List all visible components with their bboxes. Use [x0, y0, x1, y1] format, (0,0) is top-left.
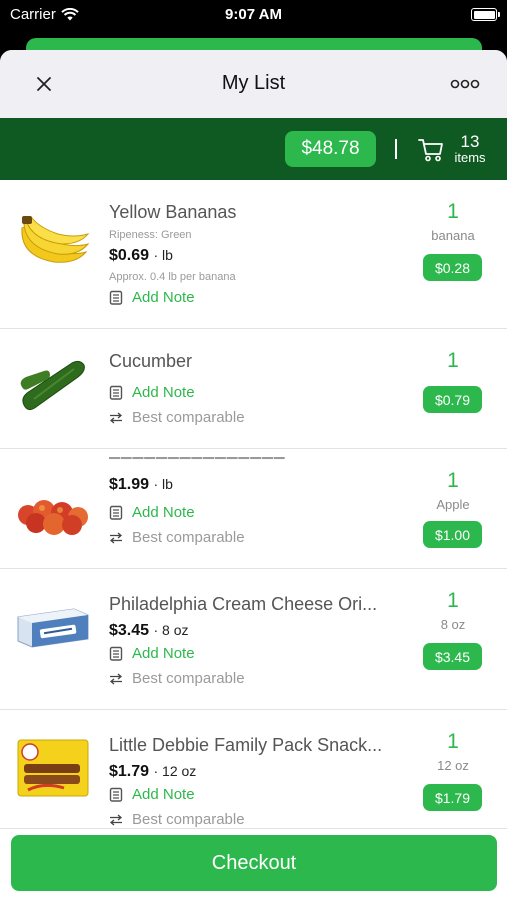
item-name: Little Debbie Family Pack Snack... [109, 735, 383, 755]
note-icon [109, 646, 123, 661]
apples-icon [18, 500, 88, 535]
cucumber-icon [20, 360, 85, 411]
item-count: 13 [460, 132, 480, 151]
price-unit: · 12 oz [153, 763, 197, 779]
item-price: $1.99 · lb [109, 476, 173, 494]
quantity[interactable]: 1 [424, 730, 482, 754]
best-comparable-label: Best comparable [132, 811, 245, 828]
quantity[interactable]: 1 [424, 589, 482, 613]
list-item[interactable]: Little Debbie Family Pack Snack... $1.79… [0, 710, 507, 828]
add-note-button[interactable]: Add Note [109, 504, 195, 521]
checkout-footer: Checkout [0, 828, 507, 900]
add-note-button[interactable]: Add Note [109, 289, 195, 306]
battery-icon [471, 8, 500, 21]
total-badge: $48.78 [285, 131, 376, 167]
best-comparable-label: Best comparable [132, 529, 245, 546]
best-comparable-label: Best comparable [132, 670, 245, 687]
item-name: Cucumber [109, 351, 193, 371]
item-name-cut: ▔▔▔▔▔▔▔▔▔▔▔▔▔▔▔ [109, 457, 286, 467]
quantity[interactable]: 1 [424, 349, 482, 373]
best-comparable-button[interactable]: Best comparable [109, 670, 245, 687]
line-price-badge: $1.79 [423, 784, 482, 811]
add-note-button[interactable]: Add Note [109, 645, 195, 662]
best-comparable-button[interactable]: Best comparable [109, 409, 245, 426]
quantity-unit: banana [431, 228, 475, 243]
note-icon [109, 505, 123, 520]
cream-cheese-icon [17, 608, 89, 648]
price-unit: · lb [153, 247, 173, 263]
quantity[interactable]: 1 [424, 200, 482, 224]
snack-box-icon [17, 739, 89, 797]
add-note-label: Add Note [132, 504, 195, 521]
line-price-badge: $0.28 [423, 254, 482, 281]
price-unit: · lb [153, 476, 173, 492]
swap-icon [109, 673, 123, 684]
quantity-unit: 8 oz [440, 617, 466, 632]
item-price: $3.45 · 8 oz [109, 622, 189, 640]
quantity-unit: 12 oz [437, 758, 469, 773]
banana-icon [21, 216, 90, 263]
add-note-label: Add Note [132, 289, 195, 306]
add-note-label: Add Note [132, 384, 195, 401]
divider [395, 139, 397, 159]
item-name: Philadelphia Cream Cheese Ori... [109, 594, 378, 614]
quantity-unit: Apple [436, 497, 470, 512]
quantity[interactable]: 1 [424, 469, 482, 493]
item-count-label: items [454, 150, 486, 165]
list-item[interactable]: Yellow Bananas Ripeness: Green $0.69 · l… [0, 180, 507, 329]
add-note-button[interactable]: Add Note [109, 786, 195, 803]
price-value: $3.45 [109, 622, 150, 639]
add-note-label: Add Note [132, 645, 195, 662]
page-title: My List [221, 72, 286, 94]
status-bar: Carrier 9:07 AM [0, 0, 507, 30]
item-price: $0.69 · lb [109, 247, 173, 265]
best-comparable-button[interactable]: Best comparable [109, 811, 245, 828]
more-icon [450, 79, 480, 89]
note-icon [109, 385, 123, 400]
line-price-badge: $1.00 [423, 521, 482, 548]
item-price: $1.79 · 12 oz [109, 763, 196, 781]
note-icon [109, 290, 123, 305]
swap-icon [109, 814, 123, 825]
add-note-label: Add Note [132, 786, 195, 803]
price-value: $0.69 [109, 247, 150, 264]
line-price-badge: $3.45 [423, 643, 482, 670]
status-time: 9:07 AM [225, 6, 282, 23]
line-price-badge: $0.79 [423, 386, 482, 413]
swap-icon [109, 412, 123, 423]
summary-bar: $48.78 13 items [0, 118, 507, 180]
swap-icon [109, 532, 123, 543]
best-comparable-button[interactable]: Best comparable [109, 529, 245, 546]
more-options-button[interactable] [447, 74, 483, 94]
list-item[interactable]: Cucumber Add Note Best comparable 1 $0.7… [0, 329, 507, 449]
add-note-button[interactable]: Add Note [109, 384, 195, 401]
price-value: $1.99 [109, 476, 150, 493]
price-value: $1.79 [109, 763, 150, 780]
checkout-button[interactable]: Checkout [11, 835, 497, 891]
cart-icon[interactable] [418, 138, 444, 162]
list-item[interactable]: ▔▔▔▔▔▔▔▔▔▔▔▔▔▔▔ $1.99 · lb Add Note Best… [0, 449, 507, 569]
nav-bar: My List [0, 50, 507, 118]
list-item[interactable]: Philadelphia Cream Cheese Ori... $3.45 ·… [0, 569, 507, 710]
my-list-sheet: My List $48.78 13 items Yellow Bananas R… [0, 50, 507, 900]
best-comparable-label: Best comparable [132, 409, 245, 426]
price-unit: · 8 oz [153, 622, 189, 638]
item-list[interactable]: Yellow Bananas Ripeness: Green $0.69 · l… [0, 180, 507, 828]
approx-weight: Approx. 0.4 lb per banana [109, 271, 236, 283]
ripeness-label: Ripeness: Green [109, 229, 192, 241]
note-icon [109, 787, 123, 802]
item-name: Yellow Bananas [109, 202, 237, 222]
